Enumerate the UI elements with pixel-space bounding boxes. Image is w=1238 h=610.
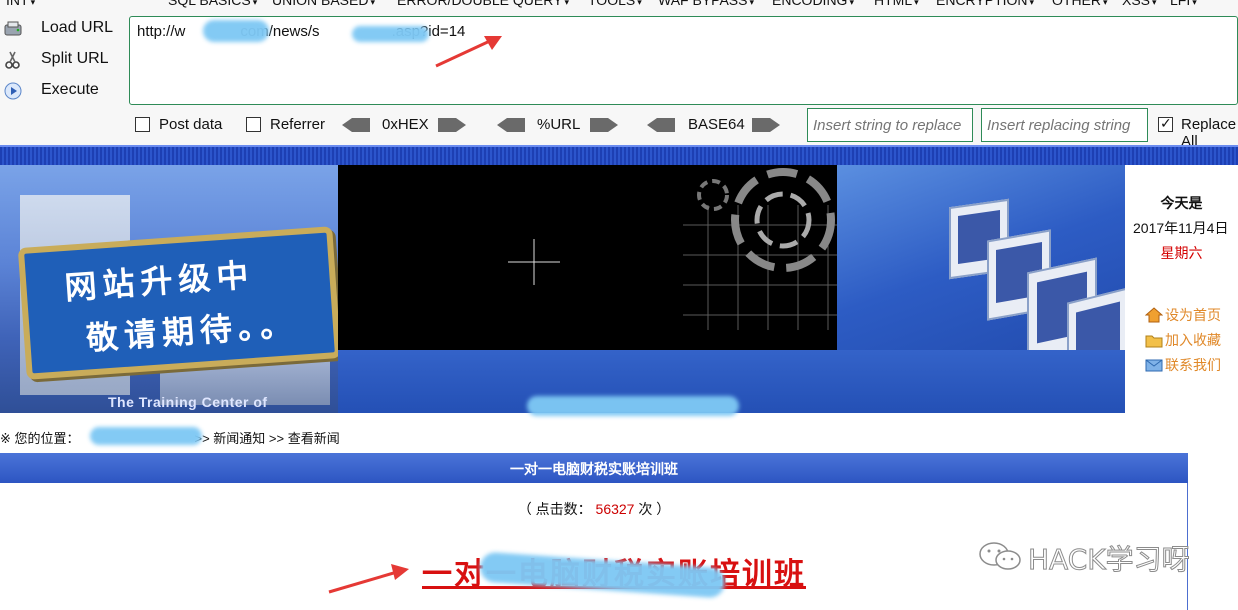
redaction-blob xyxy=(527,396,739,416)
menu-xss[interactable]: XSS xyxy=(1122,0,1157,8)
insert-string-input[interactable] xyxy=(807,108,973,142)
redaction-blob xyxy=(352,26,429,42)
menu-int[interactable]: INT xyxy=(6,0,35,8)
menu-html[interactable]: HTML xyxy=(874,0,919,8)
menu-error-double-query[interactable]: ERROR/DOUBLE QUERY xyxy=(397,0,569,8)
menu-waf-bypass[interactable]: WAF BYPASS xyxy=(658,0,754,8)
url-enc-label: %URL xyxy=(537,116,581,133)
hackbar-toolbar: INT SQL BASICS UNION BASED ERROR/DOUBLE … xyxy=(0,0,1238,150)
sign-line-1: 网站升级中 xyxy=(63,255,256,307)
folder-icon xyxy=(1145,335,1163,348)
post-data-label: Post data xyxy=(159,116,223,133)
base64-decode-arrow-icon[interactable] xyxy=(647,118,675,132)
menu-other[interactable]: OTHER xyxy=(1052,0,1108,8)
set-homepage-label: 设为首页 xyxy=(1165,307,1221,323)
post-data-checkbox[interactable] xyxy=(135,117,150,132)
site-banner: 网站升级中 敬请期待。。 The Training Center of Acco… xyxy=(0,165,1238,413)
watermark-text: HACK学习呀 xyxy=(1028,543,1191,577)
contact-icon xyxy=(1145,359,1163,372)
load-url-icon xyxy=(4,21,22,36)
flash-animation-area xyxy=(338,165,837,350)
red-arrow-annotation xyxy=(435,36,502,68)
hits-value: 56327 xyxy=(595,501,635,517)
hits-label: （ 点击数： xyxy=(517,501,592,517)
menu-encryption[interactable]: ENCRYPTION xyxy=(936,0,1034,8)
red-arrow-annotation xyxy=(328,564,409,594)
tech-grid-graphic xyxy=(508,168,837,330)
today-label: 今天是 xyxy=(1160,195,1203,211)
hit-counter: （ 点击数： 56327 次 ） xyxy=(0,499,1188,519)
hex-decode-arrow-icon[interactable] xyxy=(342,118,370,132)
url-input[interactable]: http://wcom/news/s.asp?id=14 xyxy=(129,16,1238,105)
hex-label: 0xHEX xyxy=(382,116,429,133)
menu-lfi[interactable]: LFI xyxy=(1170,0,1197,8)
menu-sql-basics[interactable]: SQL BASICS xyxy=(168,0,257,8)
base64-encode-arrow-icon[interactable] xyxy=(752,118,780,132)
replace-all-checkbox[interactable] xyxy=(1158,115,1173,132)
replacing-string-input[interactable] xyxy=(981,108,1148,142)
set-homepage-link[interactable]: 设为首页 xyxy=(1145,305,1221,325)
base64-label: BASE64 xyxy=(688,116,745,133)
referrer-label: Referrer xyxy=(270,116,326,133)
training-center-caption: The Training Center of Accounting xyxy=(108,394,268,413)
hits-unit: 次 ） xyxy=(638,501,671,517)
banner-left-image: 网站升级中 敬请期待。。 The Training Center of Acco… xyxy=(0,165,342,413)
load-url-label: Load URL xyxy=(41,19,114,36)
url-decode-arrow-icon[interactable] xyxy=(497,118,525,132)
play-icon xyxy=(4,82,22,100)
url-text-start: http://w xyxy=(137,23,186,40)
menu-tools[interactable]: TOOLS xyxy=(588,0,642,8)
contact-us-link[interactable]: 联系我们 xyxy=(1145,355,1221,375)
site-top-strip xyxy=(0,145,1238,165)
contact-us-label: 联系我们 xyxy=(1165,357,1221,373)
menu-union-based[interactable]: UNION BASED xyxy=(272,0,375,8)
hex-encode-arrow-icon[interactable] xyxy=(438,118,466,132)
today-date: 2017年11月4日 xyxy=(1133,220,1229,236)
wechat-icon xyxy=(979,542,1021,570)
add-favorites-link[interactable]: 加入收藏 xyxy=(1145,330,1221,350)
url-encode-arrow-icon[interactable] xyxy=(590,118,618,132)
breadcrumb-trail: >> 新闻通知 >> 查看新闻 xyxy=(194,431,340,446)
home-icon xyxy=(1145,307,1163,323)
split-url-button[interactable]: Split URL xyxy=(0,47,128,73)
redaction-blob xyxy=(90,427,202,445)
add-favorites-label: 加入收藏 xyxy=(1165,332,1221,348)
split-url-label: Split URL xyxy=(41,50,109,67)
upgrade-sign: 网站升级中 敬请期待。。 xyxy=(17,226,342,380)
breadcrumb-prefix: ※ 您的位置： xyxy=(0,431,80,446)
hackbar-menu: INT SQL BASICS UNION BASED ERROR/DOUBLE … xyxy=(0,0,1238,8)
hackbar-options-row: Post data Referrer 0xHEX %URL BASE64 Rep… xyxy=(0,108,1238,150)
load-url-button[interactable]: Load URL xyxy=(0,16,128,42)
date-panel: 今天是 2017年11月4日 星期六 设为首页 加入收藏 联系我们 xyxy=(1125,165,1238,413)
execute-label: Execute xyxy=(41,81,99,98)
scissors-icon xyxy=(5,51,20,69)
today-weekday: 星期六 xyxy=(1160,245,1203,261)
sign-line-2: 敬请期待。。 xyxy=(84,304,300,358)
article-header: 一对一电脑财税实账培训班 xyxy=(0,453,1188,483)
redaction-blob xyxy=(203,20,269,42)
menu-encoding[interactable]: ENCODING xyxy=(772,0,854,8)
referrer-checkbox[interactable] xyxy=(246,117,261,132)
execute-button[interactable]: Execute xyxy=(0,78,128,104)
